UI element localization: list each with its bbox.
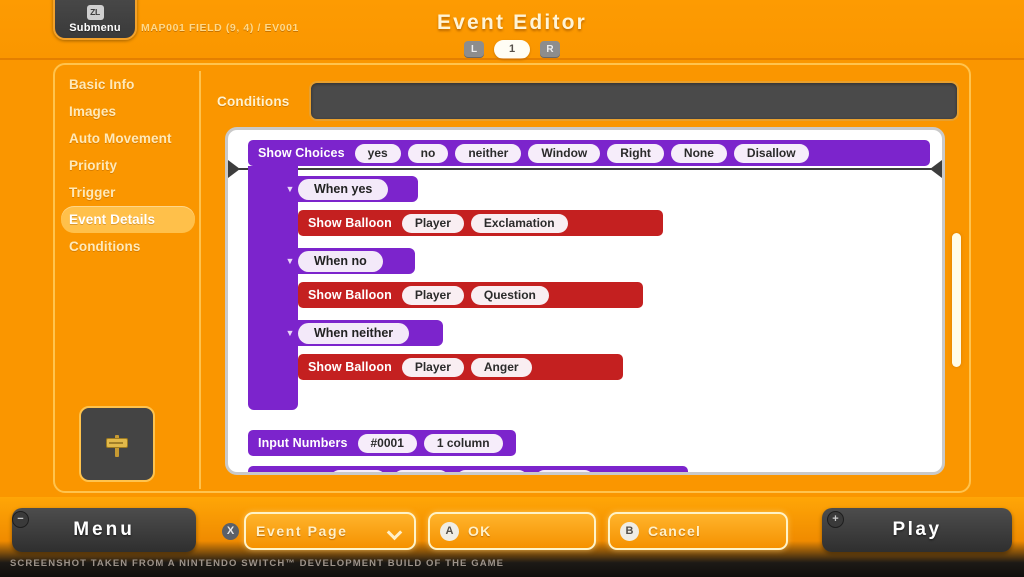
sidebar-item-auto-movement[interactable]: Auto Movement — [61, 125, 195, 152]
command-param[interactable]: Player — [401, 357, 464, 377]
sidebar-item-label: Priority — [69, 158, 118, 173]
sidebar-item-label: Images — [69, 104, 117, 119]
command-param[interactable]: 1 column — [423, 433, 503, 453]
command-param[interactable]: Player — [401, 213, 464, 233]
r-shoulder-button[interactable]: R — [540, 41, 560, 58]
branch-when-neither[interactable]: ▼ When neither — [278, 320, 443, 346]
command-param[interactable]: None — [393, 469, 450, 472]
command-label: Input Numbers — [258, 436, 348, 450]
a-button-icon: A — [440, 521, 459, 541]
conditions-field[interactable] — [309, 81, 959, 121]
sidebar: Basic Info Images Auto Movement Priority… — [55, 71, 201, 489]
command-label: Show Balloon — [308, 216, 392, 230]
command-param[interactable]: Down — [535, 469, 595, 472]
command-param[interactable]: None — [670, 143, 727, 163]
command-param[interactable]: None — [330, 469, 387, 472]
sidebar-item-images[interactable]: Images — [61, 98, 195, 125]
sidebar-item-label: Auto Movement — [69, 131, 172, 146]
chevron-down-icon[interactable]: ▼ — [282, 256, 298, 266]
sidebar-item-label: Basic Info — [69, 77, 135, 92]
selection-cursor-line — [238, 168, 932, 170]
conditions-label: Conditions — [217, 93, 290, 109]
sidebar-item-trigger[interactable]: Trigger — [61, 179, 195, 206]
event-command-list-inner: Show Choices yes no neither Window Right… — [228, 130, 942, 472]
chevron-down-icon[interactable]: ▼ — [282, 328, 298, 338]
command-label: Show Balloon — [308, 288, 392, 302]
command-param[interactable]: no — [407, 143, 449, 163]
menu-button[interactable]: Menu — [12, 508, 196, 552]
command-show-balloon-no[interactable]: Show Balloon Player Question — [298, 282, 643, 308]
command-param[interactable]: Exclamation — [470, 213, 568, 233]
conditions-row: Conditions — [217, 81, 959, 121]
command-param[interactable]: Right — [607, 143, 664, 163]
command-list-scrollbar[interactable] — [952, 131, 961, 471]
play-button[interactable]: Play — [822, 508, 1012, 552]
chevron-down-icon[interactable]: ▼ — [282, 184, 298, 194]
command-param[interactable]: #0001 — [357, 433, 417, 453]
command-show-choices[interactable]: Show Choices yes no neither Window Right… — [248, 140, 930, 166]
command-param[interactable]: Question — [470, 285, 549, 305]
command-param[interactable]: yes — [354, 143, 401, 163]
sidebar-item-label: Trigger — [69, 185, 116, 200]
command-param[interactable]: Window — [528, 143, 601, 163]
command-list-scrollbar-thumb[interactable] — [952, 233, 961, 367]
sidebar-item-label: Conditions — [69, 239, 141, 254]
event-page-navigator: L 1 R — [0, 40, 1024, 59]
command-show-balloon-yes[interactable]: Show Balloon Player Exclamation — [298, 210, 663, 236]
menu-label: Menu — [73, 519, 135, 540]
command-param[interactable]: Anger — [470, 357, 532, 377]
event-editor-panel: Basic Info Images Auto Movement Priority… — [53, 63, 971, 493]
branch-when-yes[interactable]: ▼ When yes — [278, 176, 418, 202]
play-label: Play — [892, 519, 942, 540]
signpost-board — [106, 438, 128, 448]
event-sprite-preview[interactable] — [79, 406, 155, 482]
command-param[interactable]: Disallow — [733, 143, 809, 163]
cancel-label: Cancel — [648, 523, 702, 539]
branch-when-no[interactable]: ▼ When no — [278, 248, 415, 274]
b-button-icon: B — [620, 521, 639, 541]
command-show-balloon-neither[interactable]: Show Balloon Player Anger — [298, 354, 623, 380]
ok-button[interactable]: A OK — [428, 512, 596, 550]
topbar-divider — [0, 58, 1024, 60]
command-param[interactable]: neither — [455, 143, 522, 163]
branch-label: When neither — [298, 322, 410, 344]
footer-disclaimer: SCREENSHOT TAKEN FROM A NINTENDO SWITCH™… — [10, 558, 505, 569]
l-shoulder-button[interactable]: L — [464, 41, 484, 58]
cancel-button[interactable]: B Cancel — [608, 512, 788, 550]
branch-label: When no — [298, 250, 383, 272]
event-page-dropdown[interactable]: Event Page — [244, 512, 416, 550]
sidebar-item-event-details[interactable]: Event Details — [61, 206, 195, 233]
event-page-label: Event Page — [256, 523, 348, 539]
sidebar-item-label: Event Details — [69, 212, 156, 227]
plus-button-icon: + — [827, 511, 844, 528]
branch-label: When yes — [298, 178, 389, 200]
page-title: Event Editor — [436, 11, 588, 34]
command-show-text[interactable]: Show Text None None Window Down — [248, 466, 688, 475]
sidebar-item-basic-info[interactable]: Basic Info — [61, 71, 195, 98]
event-page-number[interactable]: 1 — [494, 40, 530, 59]
command-param[interactable]: Window — [456, 469, 529, 472]
sidebar-item-priority[interactable]: Priority — [61, 152, 195, 179]
command-label: Show Balloon — [308, 360, 392, 374]
event-command-list[interactable]: Show Choices yes no neither Window Right… — [225, 127, 945, 475]
sidebar-item-conditions[interactable]: Conditions — [61, 233, 195, 260]
command-label: Show Text — [248, 472, 330, 475]
x-button-icon: X — [222, 523, 239, 540]
command-param[interactable]: Player — [401, 285, 464, 305]
choice-block-body — [248, 166, 298, 410]
chevron-down-icon — [386, 524, 403, 541]
top-bar: ZL Submenu MAP001 FIELD (9, 4) / EV001 E… — [0, 0, 1024, 60]
minus-button-icon: − — [12, 511, 29, 528]
command-input-numbers[interactable]: Input Numbers #0001 1 column — [248, 430, 516, 456]
command-label: Show Choices — [258, 146, 345, 160]
ok-label: OK — [468, 523, 492, 539]
signpost-icon — [102, 429, 132, 459]
